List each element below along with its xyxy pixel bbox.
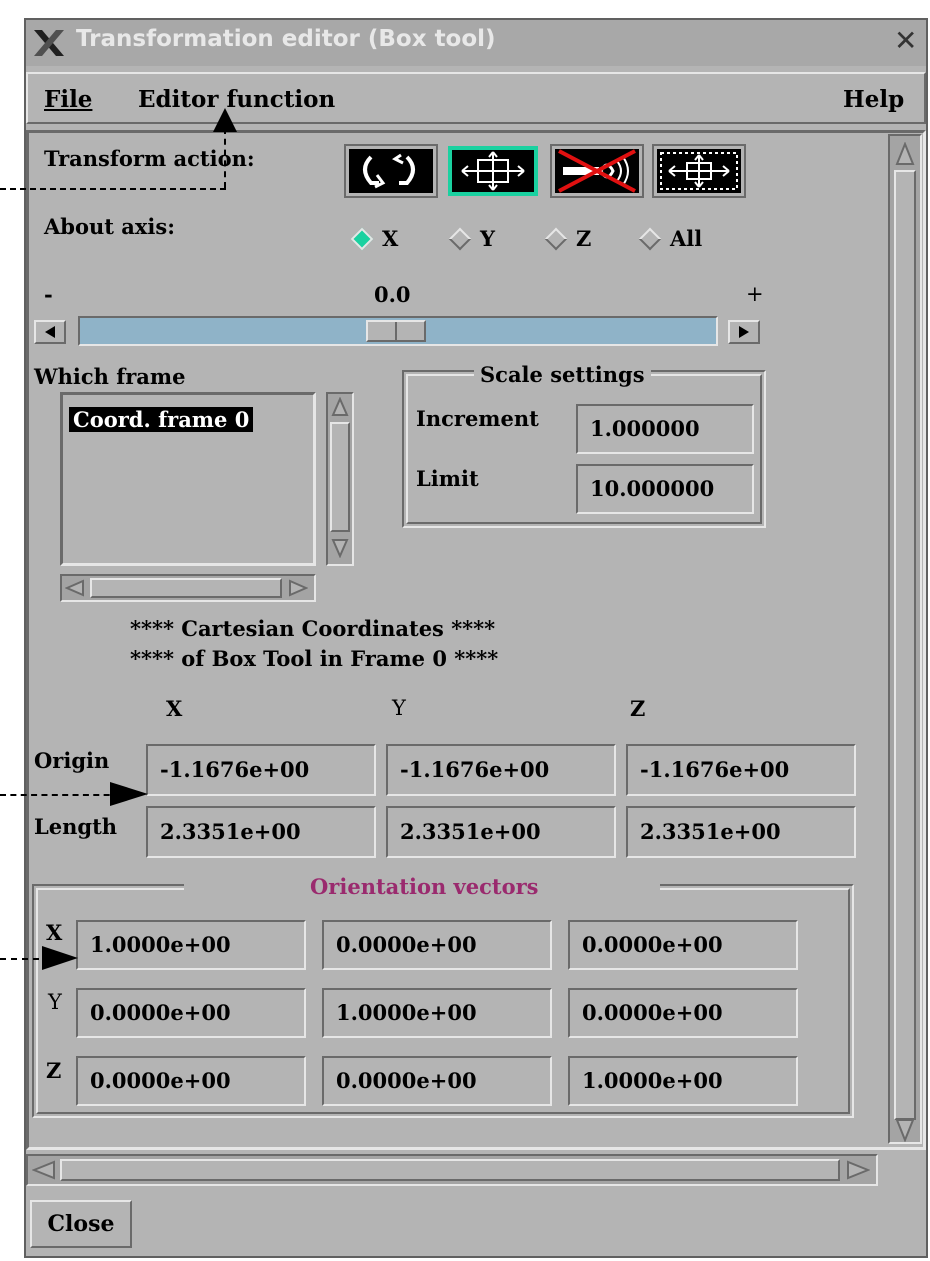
arrow-right-icon <box>110 782 148 806</box>
x-logo-icon <box>34 30 64 56</box>
frame-list-hscroll[interactable] <box>60 574 316 602</box>
close-button[interactable]: Close <box>30 1200 132 1248</box>
menu-help[interactable]: Help <box>843 86 904 113</box>
length-x-field[interactable]: 2.3351e+00 <box>146 806 376 858</box>
origin-label: Origin <box>34 748 110 773</box>
orient-xz-field[interactable]: 0.0000e+00 <box>568 920 798 970</box>
horizontal-scrollbar[interactable] <box>26 1154 878 1186</box>
rotate-action-button[interactable] <box>344 144 438 198</box>
orient-yy-field[interactable]: 1.0000e+00 <box>322 988 552 1038</box>
scale-settings-title: Scale settings <box>474 362 651 387</box>
slider-plus-label: + <box>746 282 764 306</box>
slider-right-button[interactable] <box>728 320 760 344</box>
scroll-left-icon[interactable] <box>32 1160 56 1180</box>
close-button-label: Close <box>47 1211 115 1237</box>
orient-row-x-label: X <box>46 920 63 945</box>
origin-x-field[interactable]: -1.1676e+00 <box>146 744 376 796</box>
translate-icon <box>461 151 525 191</box>
menu-callout-line <box>0 188 226 190</box>
scroll-left-icon[interactable] <box>65 579 85 597</box>
frame-list[interactable]: Coord. frame 0 <box>60 392 316 566</box>
orient-yz-field[interactable]: 0.0000e+00 <box>568 988 798 1038</box>
radio-selected-icon <box>350 227 374 250</box>
scroll-down-icon[interactable] <box>331 538 349 558</box>
rotate-icon <box>363 153 415 189</box>
radio-unselected-icon <box>448 227 472 250</box>
orient-zy-field[interactable]: 0.0000e+00 <box>322 1056 552 1106</box>
hscroll-thumb[interactable] <box>60 1159 840 1181</box>
origin-callout-line <box>0 794 120 796</box>
menu-bar: File Editor function Help <box>26 72 926 124</box>
menu-callout-riser <box>224 128 226 188</box>
arrow-right-icon <box>739 326 749 338</box>
axis-option-x: X <box>382 226 399 251</box>
axis-radio-all[interactable]: All <box>638 226 703 251</box>
scroll-down-icon[interactable] <box>895 1118 915 1142</box>
axis-option-z: Z <box>576 226 592 251</box>
slider-left-button[interactable] <box>34 320 66 344</box>
radio-unselected-icon <box>544 227 568 250</box>
slider-thumb[interactable] <box>366 320 426 342</box>
disabled-action-button[interactable] <box>550 144 644 198</box>
axis-radio-x[interactable]: X <box>350 226 399 251</box>
orient-row-z-label: Z <box>46 1058 62 1083</box>
scale-action-button[interactable] <box>652 144 746 198</box>
origin-y-field[interactable]: -1.1676e+00 <box>386 744 616 796</box>
scroll-right-icon[interactable] <box>846 1160 870 1180</box>
orientation-title: Orientation vectors <box>184 874 661 899</box>
menu-help-label: Help <box>843 86 905 113</box>
radio-unselected-icon <box>638 227 662 250</box>
increment-label: Increment <box>416 406 539 431</box>
coords-heading-1: **** Cartesian Coordinates **** <box>130 616 496 641</box>
limit-label: Limit <box>416 466 479 491</box>
origin-z-field[interactable]: -1.1676e+00 <box>626 744 856 796</box>
column-x-label: X <box>166 696 183 721</box>
orient-zx-field[interactable]: 0.0000e+00 <box>76 1056 306 1106</box>
arrow-right-icon <box>42 946 78 970</box>
column-z-label: Z <box>630 696 646 721</box>
menu-file[interactable]: File <box>44 86 92 113</box>
axis-option-all: All <box>670 226 703 251</box>
slider-minus-label: - <box>44 282 53 307</box>
column-y-label: Y <box>392 696 406 720</box>
axis-radio-z[interactable]: Z <box>544 226 592 251</box>
slider-track[interactable] <box>78 316 718 346</box>
which-frame-label: Which frame <box>34 364 186 389</box>
arrow-up-icon <box>213 108 237 132</box>
window-close-icon[interactable]: ✕ <box>894 24 917 57</box>
orient-yx-field[interactable]: 0.0000e+00 <box>76 988 306 1038</box>
scale-icon <box>660 152 738 190</box>
scroll-right-icon[interactable] <box>288 579 308 597</box>
length-z-field[interactable]: 2.3351e+00 <box>626 806 856 858</box>
window-title: Transformation editor (Box tool) <box>76 26 496 52</box>
limit-field[interactable]: 10.000000 <box>576 464 754 514</box>
sound-crossed-icon <box>558 149 636 193</box>
scroll-up-icon[interactable] <box>331 397 349 417</box>
slider-value: 0.0 <box>374 282 411 307</box>
title-bar[interactable]: Transformation editor (Box tool) ✕ <box>26 20 926 66</box>
length-y-field[interactable]: 2.3351e+00 <box>386 806 616 858</box>
about-axis-label: About axis: <box>44 214 175 239</box>
frame-list-item[interactable]: Coord. frame 0 <box>69 407 254 432</box>
orient-zz-field[interactable]: 1.0000e+00 <box>568 1056 798 1106</box>
arrow-left-icon <box>45 326 55 338</box>
vertical-scrollbar[interactable] <box>888 134 922 1144</box>
axis-option-y: Y <box>480 226 495 251</box>
frame-list-vscroll[interactable] <box>326 392 354 566</box>
translate-action-button[interactable] <box>448 146 538 196</box>
length-label: Length <box>34 814 118 839</box>
orient-xy-field[interactable]: 0.0000e+00 <box>322 920 552 970</box>
scroll-up-icon[interactable] <box>895 142 915 166</box>
coords-heading-2: **** of Box Tool in Frame 0 **** <box>130 646 499 671</box>
increment-field[interactable]: 1.000000 <box>576 404 754 454</box>
axis-radio-y[interactable]: Y <box>448 226 495 251</box>
vscroll-thumb[interactable] <box>894 170 916 1120</box>
orient-row-y-label: Y <box>48 990 62 1014</box>
orient-xx-field[interactable]: 1.0000e+00 <box>76 920 306 970</box>
menu-file-label: File <box>44 86 93 113</box>
